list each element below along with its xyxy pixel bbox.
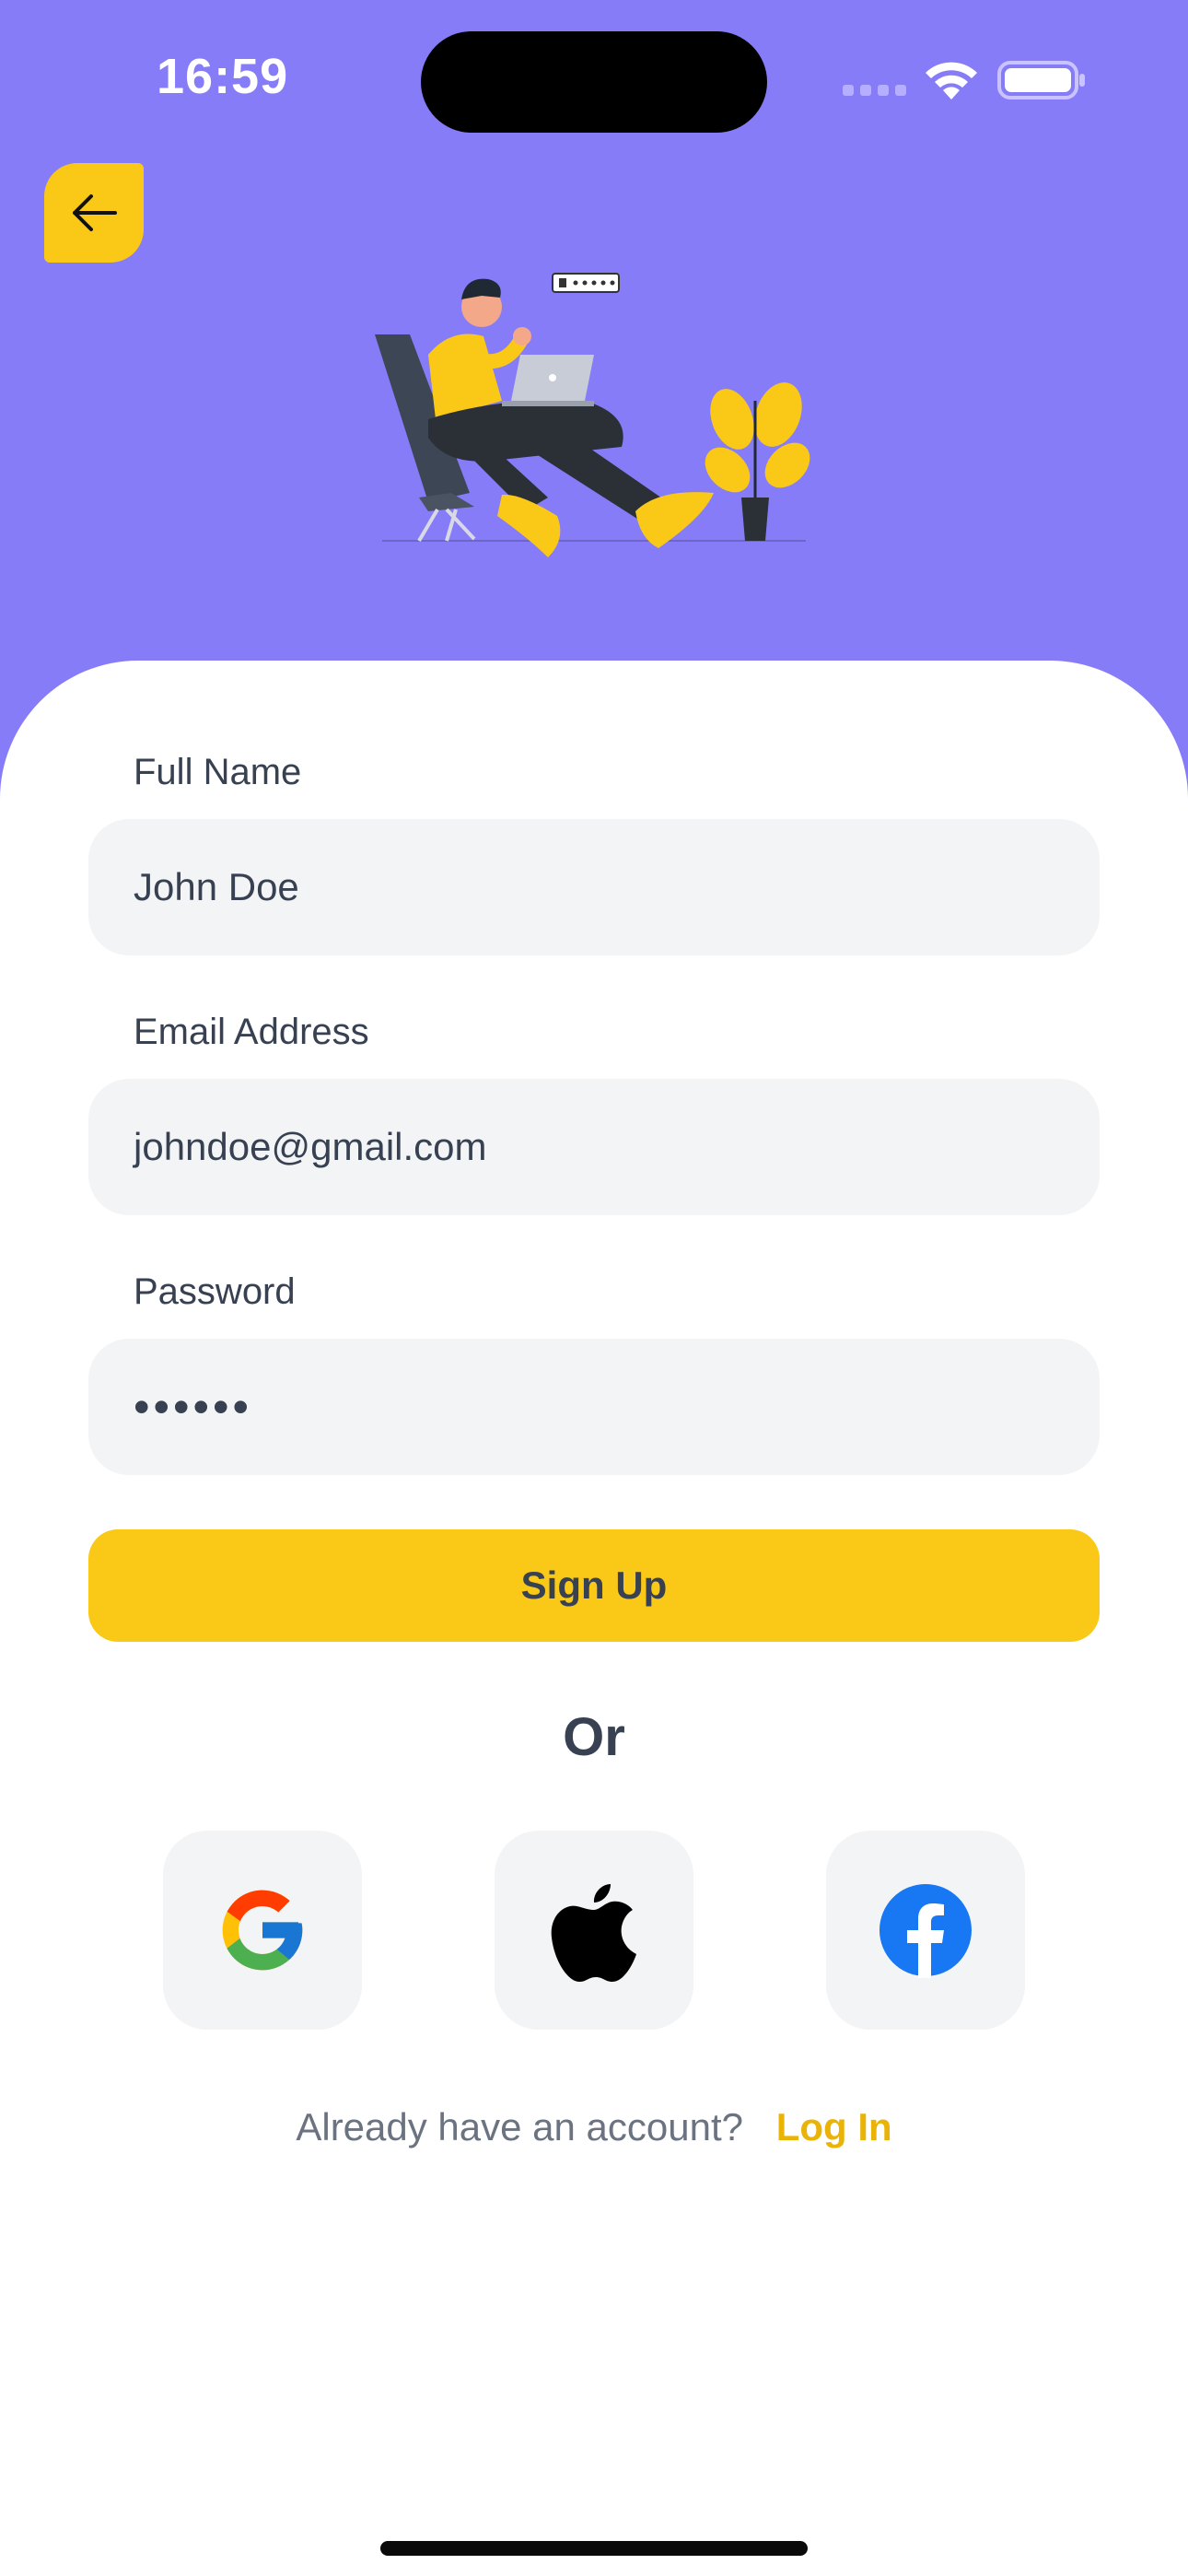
home-indicator (380, 2541, 808, 2556)
arrow-left-icon (73, 194, 117, 231)
dynamic-island (421, 31, 767, 133)
status-time: 16:59 (157, 49, 289, 104)
email-field[interactable]: johndoe@gmail.com (88, 1079, 1100, 1215)
or-divider: Or (563, 1707, 625, 1767)
back-button[interactable] (44, 163, 144, 263)
apple-login-button[interactable] (495, 1831, 693, 2030)
facebook-login-button[interactable] (826, 1831, 1025, 2030)
google-icon (222, 1890, 303, 1971)
password-field[interactable]: •••••• (88, 1339, 1100, 1475)
email-label: Email Address (134, 1012, 369, 1052)
hero-illustration (375, 273, 810, 557)
login-link[interactable]: Log In (776, 2105, 892, 2149)
password-label: Password (134, 1271, 296, 1312)
status-bar: 16:59 (0, 0, 1188, 157)
account-question: Already have an account? (296, 2105, 744, 2149)
login-prompt: Already have an account? Log In (0, 2105, 1188, 2149)
facebook-icon (879, 1884, 972, 1978)
apple-icon (551, 1884, 636, 1982)
full-name-label: Full Name (134, 752, 302, 792)
google-login-button[interactable] (163, 1831, 362, 2030)
battery-icon (997, 61, 1085, 100)
full-name-field[interactable]: John Doe (88, 819, 1100, 955)
wifi-icon (926, 62, 977, 100)
cellular-signal-icon (843, 85, 907, 98)
signup-button[interactable]: Sign Up (88, 1529, 1100, 1642)
